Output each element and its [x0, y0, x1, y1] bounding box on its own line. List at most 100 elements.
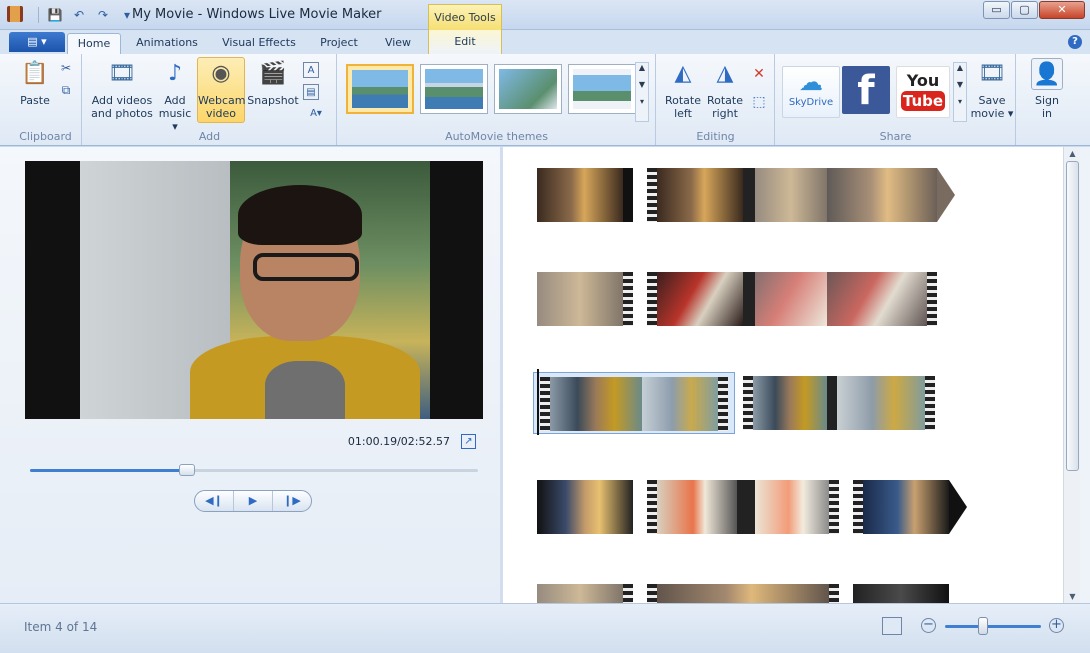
title-icon[interactable]: ▤ — [303, 84, 319, 100]
signin-group: 👤 Sign in — [1017, 54, 1077, 145]
copy-icon[interactable]: ⧉ — [58, 82, 74, 98]
tab-edit[interactable]: Edit — [428, 30, 502, 54]
playhead[interactable] — [537, 369, 539, 435]
rotate-right-icon: ◮ — [716, 61, 734, 86]
save-icon[interactable]: 💾 — [47, 8, 63, 22]
rotate-left-label-1: Rotate — [664, 94, 701, 107]
skydrive-button[interactable]: ☁ SkyDrive — [782, 66, 840, 118]
add-group: 🎞 Add videos and photos ♪ Add music ▾ ◉ … — [83, 54, 337, 145]
rotate-right-button[interactable]: ◮ Rotate right — [705, 58, 745, 120]
ribbon: 📋 Paste ✂ ⧉ Clipboard 🎞 Add videos and p… — [0, 54, 1090, 146]
clip-10[interactable] — [537, 584, 633, 603]
zoom-in-icon[interactable]: + — [1049, 618, 1064, 633]
snapshot-button[interactable]: 🎬 Snapshot — [247, 58, 299, 107]
tab-view[interactable]: View — [374, 33, 422, 54]
clip-12[interactable] — [853, 584, 949, 603]
sign-in-button[interactable]: 👤 Sign in — [1027, 58, 1067, 120]
zoom-out-icon[interactable]: − — [921, 618, 936, 633]
tab-project[interactable]: Project — [312, 33, 366, 54]
seek-thumb[interactable] — [178, 464, 195, 476]
scroll-down-icon[interactable]: ▼ — [1066, 590, 1079, 603]
help-icon[interactable]: ? — [1068, 35, 1082, 49]
zoom-slider-thumb[interactable] — [978, 617, 989, 635]
clip-9[interactable] — [853, 480, 949, 534]
previous-frame-button[interactable]: ◀❙ — [195, 491, 234, 511]
select-all-icon[interactable]: ⬚ — [751, 94, 767, 110]
webcam-label-1: Webcam — [198, 94, 246, 107]
clip-5-selected[interactable] — [533, 369, 735, 435]
share-gallery-scroll[interactable]: ▲ ▼ ▾ — [953, 62, 967, 122]
clip-2[interactable] — [647, 168, 937, 222]
maximize-button[interactable]: ▢ — [1011, 1, 1038, 19]
play-button[interactable]: ▶ — [234, 491, 273, 511]
clip-7[interactable] — [537, 480, 633, 534]
next-frame-button[interactable]: ❙▶ — [273, 491, 311, 511]
close-button[interactable]: ✕ — [1039, 1, 1085, 19]
app-icon[interactable] — [7, 6, 23, 22]
clip-8[interactable] — [647, 480, 839, 534]
preview-pane: 01:00.19/02:52.57 ↗ ◀❙ ▶ ❙▶ — [0, 147, 500, 603]
scroll-up-icon[interactable]: ▲ — [1066, 147, 1079, 160]
add-music-button[interactable]: ♪ Add music ▾ — [155, 58, 195, 133]
skydrive-label: SkyDrive — [788, 97, 834, 108]
title-bar: 💾 ↶ ↷ ▾ My Movie - Windows Live Movie Ma… — [0, 0, 1090, 30]
gallery-scroll-down-icon[interactable]: ▼ — [636, 80, 648, 89]
webcam-video-button[interactable]: ◉ Webcam video — [197, 57, 246, 123]
minimize-button[interactable]: ▭ — [983, 1, 1010, 19]
undo-icon[interactable]: ↶ — [71, 8, 87, 22]
paste-button[interactable]: 📋 Paste — [14, 58, 56, 107]
tab-animations[interactable]: Animations — [128, 33, 206, 54]
add-videos-button[interactable]: 🎞 Add videos and photos — [89, 58, 155, 120]
window-controls: ▭ ▢ ✕ — [983, 1, 1085, 19]
rotate-left-button[interactable]: ◭ Rotate left — [663, 58, 703, 120]
credits-icon[interactable]: A▾ — [303, 106, 329, 122]
transport-controls: ◀❙ ▶ ❙▶ — [194, 490, 312, 512]
storyboard-scrollbar[interactable]: ▲ ▼ — [1063, 147, 1080, 603]
rotate-right-label-1: Rotate — [706, 94, 743, 107]
add-group-label: Add — [198, 130, 221, 143]
clip-6[interactable] — [743, 376, 935, 430]
gallery-scroll-up-icon[interactable]: ▲ — [636, 63, 648, 72]
paste-icon: 📋 — [21, 61, 49, 86]
share-scroll-down-icon[interactable]: ▼ — [954, 80, 966, 89]
add-videos-label-1: Add videos — [91, 94, 153, 107]
add-videos-label-2: and photos — [91, 107, 153, 120]
clip-11[interactable] — [647, 584, 839, 603]
file-menu-button[interactable]: ▤ ▾ — [9, 32, 65, 52]
editing-group-label: Editing — [696, 130, 735, 143]
caption-icon[interactable]: A — [303, 62, 319, 78]
gallery-more-icon[interactable]: ▾ — [636, 97, 648, 106]
tab-home[interactable]: Home — [67, 33, 121, 54]
tab-visual-effects[interactable]: Visual Effects — [214, 33, 304, 54]
zoom-slider[interactable] — [945, 625, 1041, 628]
share-more-icon[interactable]: ▾ — [954, 97, 966, 106]
theme-fade[interactable] — [494, 64, 562, 114]
storyboard-view-icon[interactable] — [882, 617, 902, 635]
theme-contemporary[interactable] — [420, 64, 488, 114]
redo-icon[interactable]: ↷ — [95, 8, 111, 22]
clip-4[interactable] — [647, 272, 937, 326]
main-area: 01:00.19/02:52.57 ↗ ◀❙ ▶ ❙▶ ▲ ▼ — [0, 147, 1090, 603]
clip-1[interactable] — [537, 168, 633, 222]
save-movie-button[interactable]: 🎞 Save movie ▾ — [970, 58, 1014, 120]
storyboard — [503, 147, 1063, 603]
theme-pan-zoom[interactable] — [568, 64, 636, 114]
share-scroll-up-icon[interactable]: ▲ — [954, 63, 966, 72]
cut-icon[interactable]: ✂ — [58, 60, 74, 76]
scrollbar-thumb[interactable] — [1066, 161, 1079, 471]
snapshot-label: Snapshot — [247, 94, 299, 107]
youtube-button[interactable]: You Tube — [896, 66, 950, 118]
themes-gallery-scroll[interactable]: ▲ ▼ ▾ — [635, 62, 649, 122]
facebook-button[interactable]: f — [842, 66, 890, 114]
remove-icon[interactable]: ✕ — [751, 66, 767, 82]
theme-default[interactable] — [346, 64, 414, 114]
seek-bar[interactable] — [30, 464, 478, 476]
webcam-icon: ◉ — [211, 61, 231, 86]
add-music-label-1: Add — [164, 94, 186, 107]
share-group-label: Share — [879, 130, 912, 143]
editing-group: ◭ Rotate left ◮ Rotate right ✕ ⬚ Editing — [657, 54, 775, 145]
popout-icon[interactable]: ↗ — [461, 434, 476, 449]
video-preview[interactable] — [25, 161, 483, 419]
clip-3[interactable] — [537, 272, 633, 326]
ribbon-tabs: ▤ ▾ Home Animations Visual Effects Proje… — [0, 30, 1090, 54]
